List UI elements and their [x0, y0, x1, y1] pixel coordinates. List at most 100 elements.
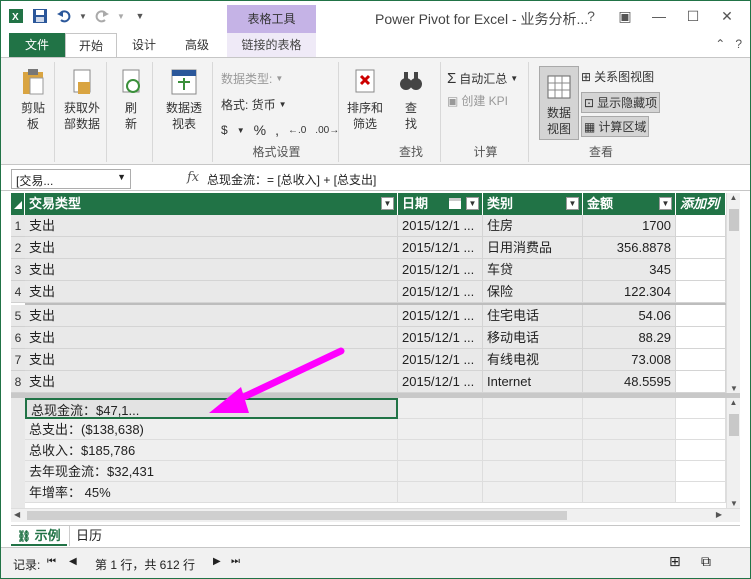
comma-button[interactable]: , — [275, 122, 279, 138]
table-cell[interactable]: 日用消费品 — [483, 237, 583, 259]
column-header-add-column[interactable]: 添加列 — [676, 193, 726, 215]
data-view-button[interactable]: 数据 视图 — [539, 66, 579, 140]
name-box[interactable]: [交易... ▼ — [11, 169, 131, 189]
pivot-table-button[interactable]: 数据透 视表 — [155, 62, 213, 132]
table-cell[interactable]: 支出 — [25, 237, 398, 259]
calc-cell[interactable] — [398, 461, 483, 482]
undo-dropdown-icon[interactable]: ▼ — [79, 7, 87, 25]
row-number[interactable]: 6 — [11, 327, 25, 349]
column-header-category[interactable]: 类别 ▼ — [483, 193, 583, 215]
calc-cell[interactable] — [398, 440, 483, 461]
table-cell[interactable]: 54.06 — [583, 305, 676, 327]
row-number[interactable]: 4 — [11, 281, 25, 303]
calc-cell[interactable] — [483, 440, 583, 461]
table-cell[interactable]: 住房 — [483, 215, 583, 237]
calc-cell[interactable] — [583, 461, 676, 482]
table-cell[interactable]: 移动电话 — [483, 327, 583, 349]
horizontal-scrollbar[interactable]: ◀ ▶ — [11, 508, 740, 522]
row-number[interactable]: 7 — [11, 349, 25, 371]
close-icon[interactable]: ✕ — [710, 3, 744, 29]
scroll-thumb[interactable] — [729, 414, 739, 436]
diagram-view-icon[interactable]: ⧉ — [701, 553, 711, 570]
decrease-decimal-icon[interactable]: .00→ — [315, 125, 339, 136]
select-all-corner[interactable] — [11, 193, 25, 215]
measure-cell[interactable]: 总收入：$185,786 — [25, 440, 398, 461]
scroll-left-icon[interactable]: ◀ — [14, 510, 20, 519]
sort-filter-button[interactable]: 排序和 筛选 — [341, 62, 389, 132]
filter-dropdown-icon[interactable]: ▼ — [566, 197, 579, 210]
scroll-up-icon[interactable]: ▲ — [727, 398, 740, 407]
calc-cell[interactable] — [583, 419, 676, 440]
calc-cell[interactable] — [398, 482, 483, 503]
table-cell[interactable]: 支出 — [25, 215, 398, 237]
customize-qat-icon[interactable]: ▼ — [131, 7, 149, 25]
table-cell[interactable]: 支出 — [25, 281, 398, 303]
scroll-down-icon[interactable]: ▼ — [727, 384, 741, 393]
sheet-tab-calendar[interactable]: 日历 — [69, 526, 108, 546]
calc-cell[interactable] — [676, 482, 726, 503]
calc-cell[interactable] — [676, 419, 726, 440]
table-cell[interactable]: Internet — [483, 371, 583, 393]
table-cell[interactable] — [676, 371, 726, 393]
table-cell[interactable]: 2015/12/1 ... — [398, 349, 483, 371]
ribbon-display-icon[interactable]: ▣ — [608, 3, 642, 29]
calc-cell[interactable] — [483, 398, 583, 419]
row-number[interactable]: 8 — [11, 371, 25, 393]
show-hidden-button[interactable]: ⊡ 显示隐藏项 — [581, 92, 661, 113]
currency-dropdown-icon[interactable]: ▼ — [237, 126, 245, 135]
row-number[interactable]: 2 — [11, 237, 25, 259]
prev-record-icon[interactable]: ◀ — [69, 556, 77, 567]
table-cell[interactable]: 2015/12/1 ... — [398, 371, 483, 393]
table-cell[interactable]: 2015/12/1 ... — [398, 305, 483, 327]
filter-dropdown-icon[interactable]: ▼ — [381, 197, 394, 210]
table-cell[interactable]: 122.304 — [583, 281, 676, 303]
table-cell[interactable] — [676, 237, 726, 259]
calc-cell[interactable] — [583, 398, 676, 419]
scroll-right-icon[interactable]: ▶ — [716, 510, 722, 519]
table-cell[interactable]: 2015/12/1 ... — [398, 259, 483, 281]
table-cell[interactable]: 车贷 — [483, 259, 583, 281]
scroll-thumb[interactable] — [729, 209, 739, 231]
measure-cell[interactable]: 年增率： 45% — [25, 482, 398, 503]
help-icon[interactable]: ? — [574, 3, 608, 29]
calc-vertical-scrollbar[interactable]: ▲ ▼ — [726, 398, 740, 508]
table-cell[interactable]: 2015/12/1 ... — [398, 327, 483, 349]
scroll-up-icon[interactable]: ▲ — [727, 193, 740, 202]
row-number[interactable]: 1 — [11, 215, 25, 237]
minimize-icon[interactable]: — — [642, 3, 676, 29]
scroll-down-icon[interactable]: ▼ — [727, 499, 741, 508]
table-cell[interactable] — [676, 215, 726, 237]
tab-file[interactable]: 文件 — [9, 33, 65, 57]
undo-icon[interactable] — [55, 7, 73, 25]
table-cell[interactable]: 73.008 — [583, 349, 676, 371]
autosum-button[interactable]: Σ 自动汇总 ▼ — [447, 70, 518, 87]
fx-icon[interactable]: fx — [187, 170, 199, 185]
calc-cell[interactable] — [398, 398, 483, 419]
calc-cell[interactable] — [483, 419, 583, 440]
filter-dropdown-icon[interactable]: ▼ — [466, 197, 479, 210]
table-cell[interactable]: 2015/12/1 ... — [398, 237, 483, 259]
table-cell[interactable]: 356.8878 — [583, 237, 676, 259]
tab-design[interactable]: 设计 — [119, 33, 169, 57]
table-cell[interactable]: 2015/12/1 ... — [398, 281, 483, 303]
calc-cell[interactable] — [583, 482, 676, 503]
tab-linked-table[interactable]: 链接的表格 — [227, 33, 316, 57]
calc-cell[interactable] — [398, 419, 483, 440]
horizontal-scroll-thumb[interactable] — [27, 511, 567, 520]
table-cell[interactable] — [676, 327, 726, 349]
table-cell[interactable]: 有线电视 — [483, 349, 583, 371]
table-cell[interactable] — [676, 349, 726, 371]
table-cell[interactable]: 支出 — [25, 305, 398, 327]
save-icon[interactable] — [31, 7, 49, 25]
last-record-icon[interactable]: ⏭ — [231, 556, 240, 567]
ribbon-help-icon[interactable]: ? — [735, 37, 742, 51]
calc-cell[interactable] — [483, 482, 583, 503]
table-cell[interactable]: 住宅电话 — [483, 305, 583, 327]
calc-cell[interactable] — [583, 440, 676, 461]
table-cell[interactable]: 88.29 — [583, 327, 676, 349]
row-number[interactable]: 3 — [11, 259, 25, 281]
calc-cell[interactable] — [676, 440, 726, 461]
table-cell[interactable]: 1700 — [583, 215, 676, 237]
grid-view-icon[interactable]: ⊞ — [669, 553, 681, 570]
sheet-tab-example[interactable]: ⛓ 示例 — [11, 526, 67, 546]
